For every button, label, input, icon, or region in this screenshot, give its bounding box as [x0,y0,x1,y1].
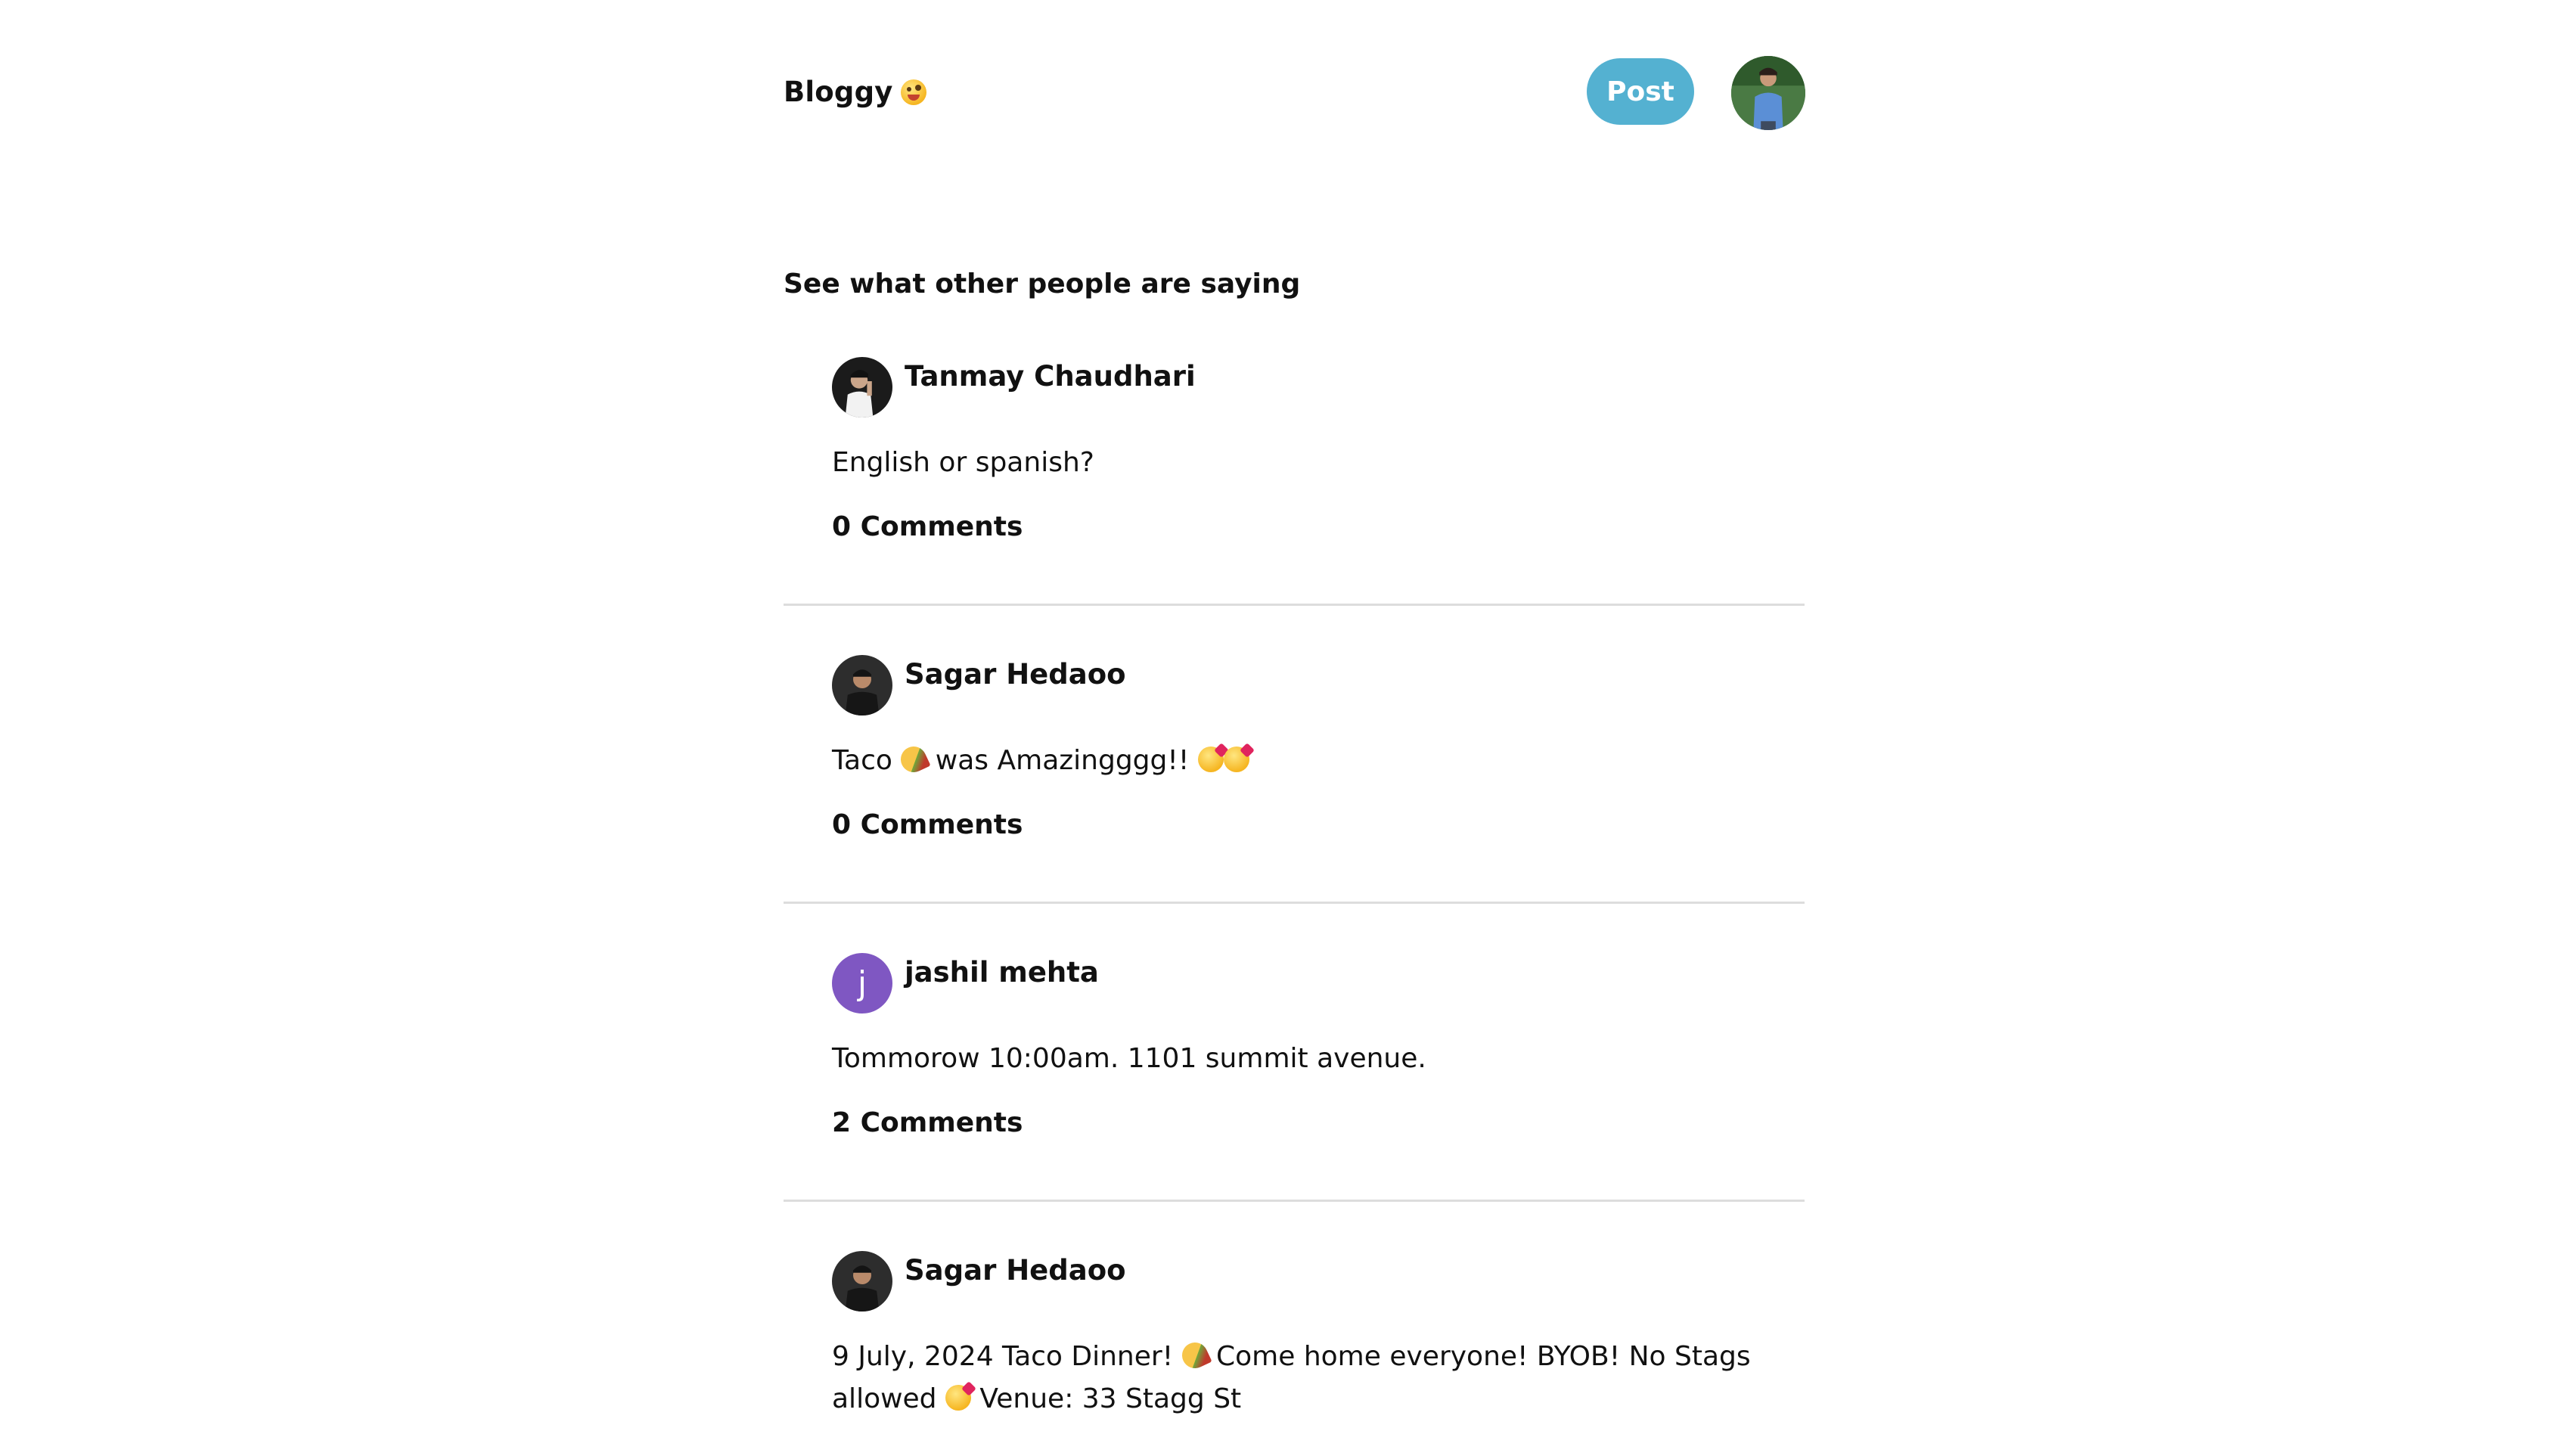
post-divider [784,604,1805,606]
user-avatar[interactable] [1731,56,1805,130]
post-button[interactable]: Post [1587,58,1694,125]
author-avatar-photo [832,357,892,418]
brand-logo[interactable]: Bloggy [784,76,926,108]
author-name[interactable]: Sagar Hedaoo [905,1254,1126,1287]
post-body-text: Venue: 33 Stagg St [970,1383,1242,1414]
comments-link[interactable]: 0 Comments [832,511,1023,542]
section-title: See what other people are saying [784,269,1301,300]
author-avatar[interactable] [832,357,892,418]
zany-face-icon [945,1385,971,1411]
author-name[interactable]: Tanmay Chaudhari [905,360,1196,393]
author-avatar[interactable] [832,1251,892,1311]
user-avatar-photo [1731,56,1805,130]
post-body: Taco was Amazingggg!! [832,740,1777,782]
taco-icon [1177,1338,1212,1373]
post-body-text: Taco [832,745,902,776]
page: Bloggy Post See what other people are sa… [784,0,1805,1431]
post-body: English or spanish? [832,447,1094,478]
author-name[interactable]: jashil mehta [905,956,1099,989]
author-avatar[interactable] [832,655,892,716]
top-nav: Bloggy Post [784,0,1805,151]
comments-link[interactable]: 0 Comments [832,809,1023,840]
post-divider [784,1200,1805,1202]
brand-name: Bloggy [784,76,893,108]
post-body-text: 9 July, 2024 Taco Dinner! [832,1341,1182,1372]
post-divider [784,902,1805,904]
smiling-hearts-icon [1223,747,1249,772]
comments-link[interactable]: 2 Comments [832,1107,1023,1138]
author-avatar[interactable]: j [832,953,892,1013]
post-body-text: was Amazingggg!! [926,745,1198,776]
post-body: 9 July, 2024 Taco Dinner! Come home ever… [832,1336,1785,1420]
author-avatar-photo [832,655,892,716]
smiling-hearts-icon [1197,747,1224,772]
zany-face-icon [900,79,926,105]
author-avatar-photo [832,1251,892,1311]
author-name[interactable]: Sagar Hedaoo [905,658,1126,691]
post-body: Tommorow 10:00am. 1101 summit avenue. [832,1043,1426,1074]
